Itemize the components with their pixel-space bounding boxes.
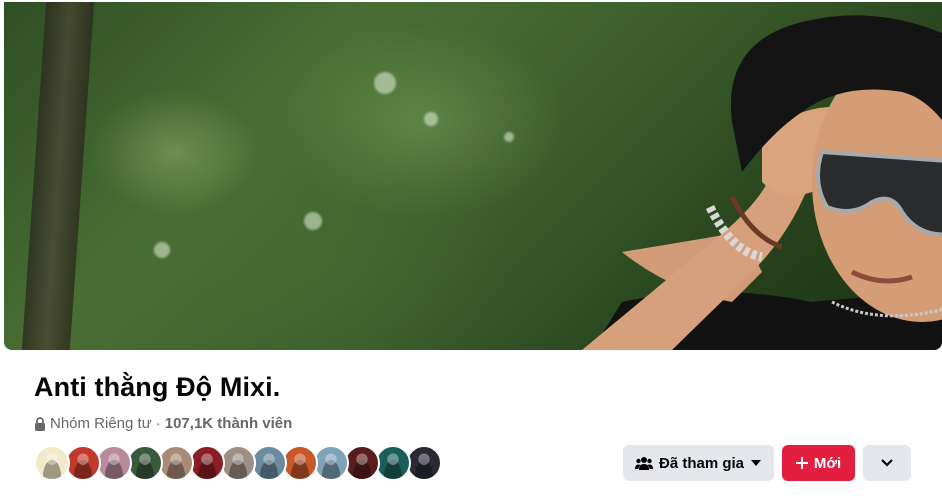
member-avatar[interactable]: [251, 445, 287, 481]
lock-icon: [35, 416, 45, 431]
member-count[interactable]: 107,1K thành viên: [165, 415, 293, 432]
cover-bokeh: [154, 242, 170, 258]
caret-down-icon: [751, 460, 762, 466]
member-avatar[interactable]: [65, 445, 101, 481]
group-meta: Nhóm Riêng tư · 107,1K thành viên: [34, 415, 292, 432]
member-avatar[interactable]: [344, 445, 380, 481]
member-avatar[interactable]: [189, 445, 225, 481]
member-avatar[interactable]: [406, 445, 442, 481]
cover-photo[interactable]: [4, 2, 942, 350]
meta-separator: ·: [155, 415, 161, 432]
cover-person-figure: [582, 15, 942, 350]
member-avatar[interactable]: [158, 445, 194, 481]
member-avatar[interactable]: [313, 445, 349, 481]
joined-button[interactable]: Đã tham gia: [623, 445, 774, 481]
joined-button-label: Đã tham gia: [658, 454, 745, 472]
new-button[interactable]: Mới: [782, 445, 855, 481]
member-avatar[interactable]: [220, 445, 256, 481]
group-title[interactable]: Anti thằng Độ Mixi.: [34, 372, 280, 403]
group-members-icon: [634, 457, 653, 470]
cover-tree-trunk: [21, 2, 95, 350]
privacy-label[interactable]: Nhóm Riêng tư: [50, 415, 152, 432]
new-button-label: Mới: [813, 454, 842, 472]
member-avatar[interactable]: [127, 445, 163, 481]
plus-icon: [795, 457, 808, 469]
member-avatar[interactable]: [282, 445, 318, 481]
member-avatar[interactable]: [96, 445, 132, 481]
member-avatar[interactable]: [375, 445, 411, 481]
member-avatars: [34, 445, 442, 481]
chevron-down-icon: [881, 459, 893, 467]
member-avatar[interactable]: [34, 445, 70, 481]
more-options-button[interactable]: [863, 445, 911, 481]
